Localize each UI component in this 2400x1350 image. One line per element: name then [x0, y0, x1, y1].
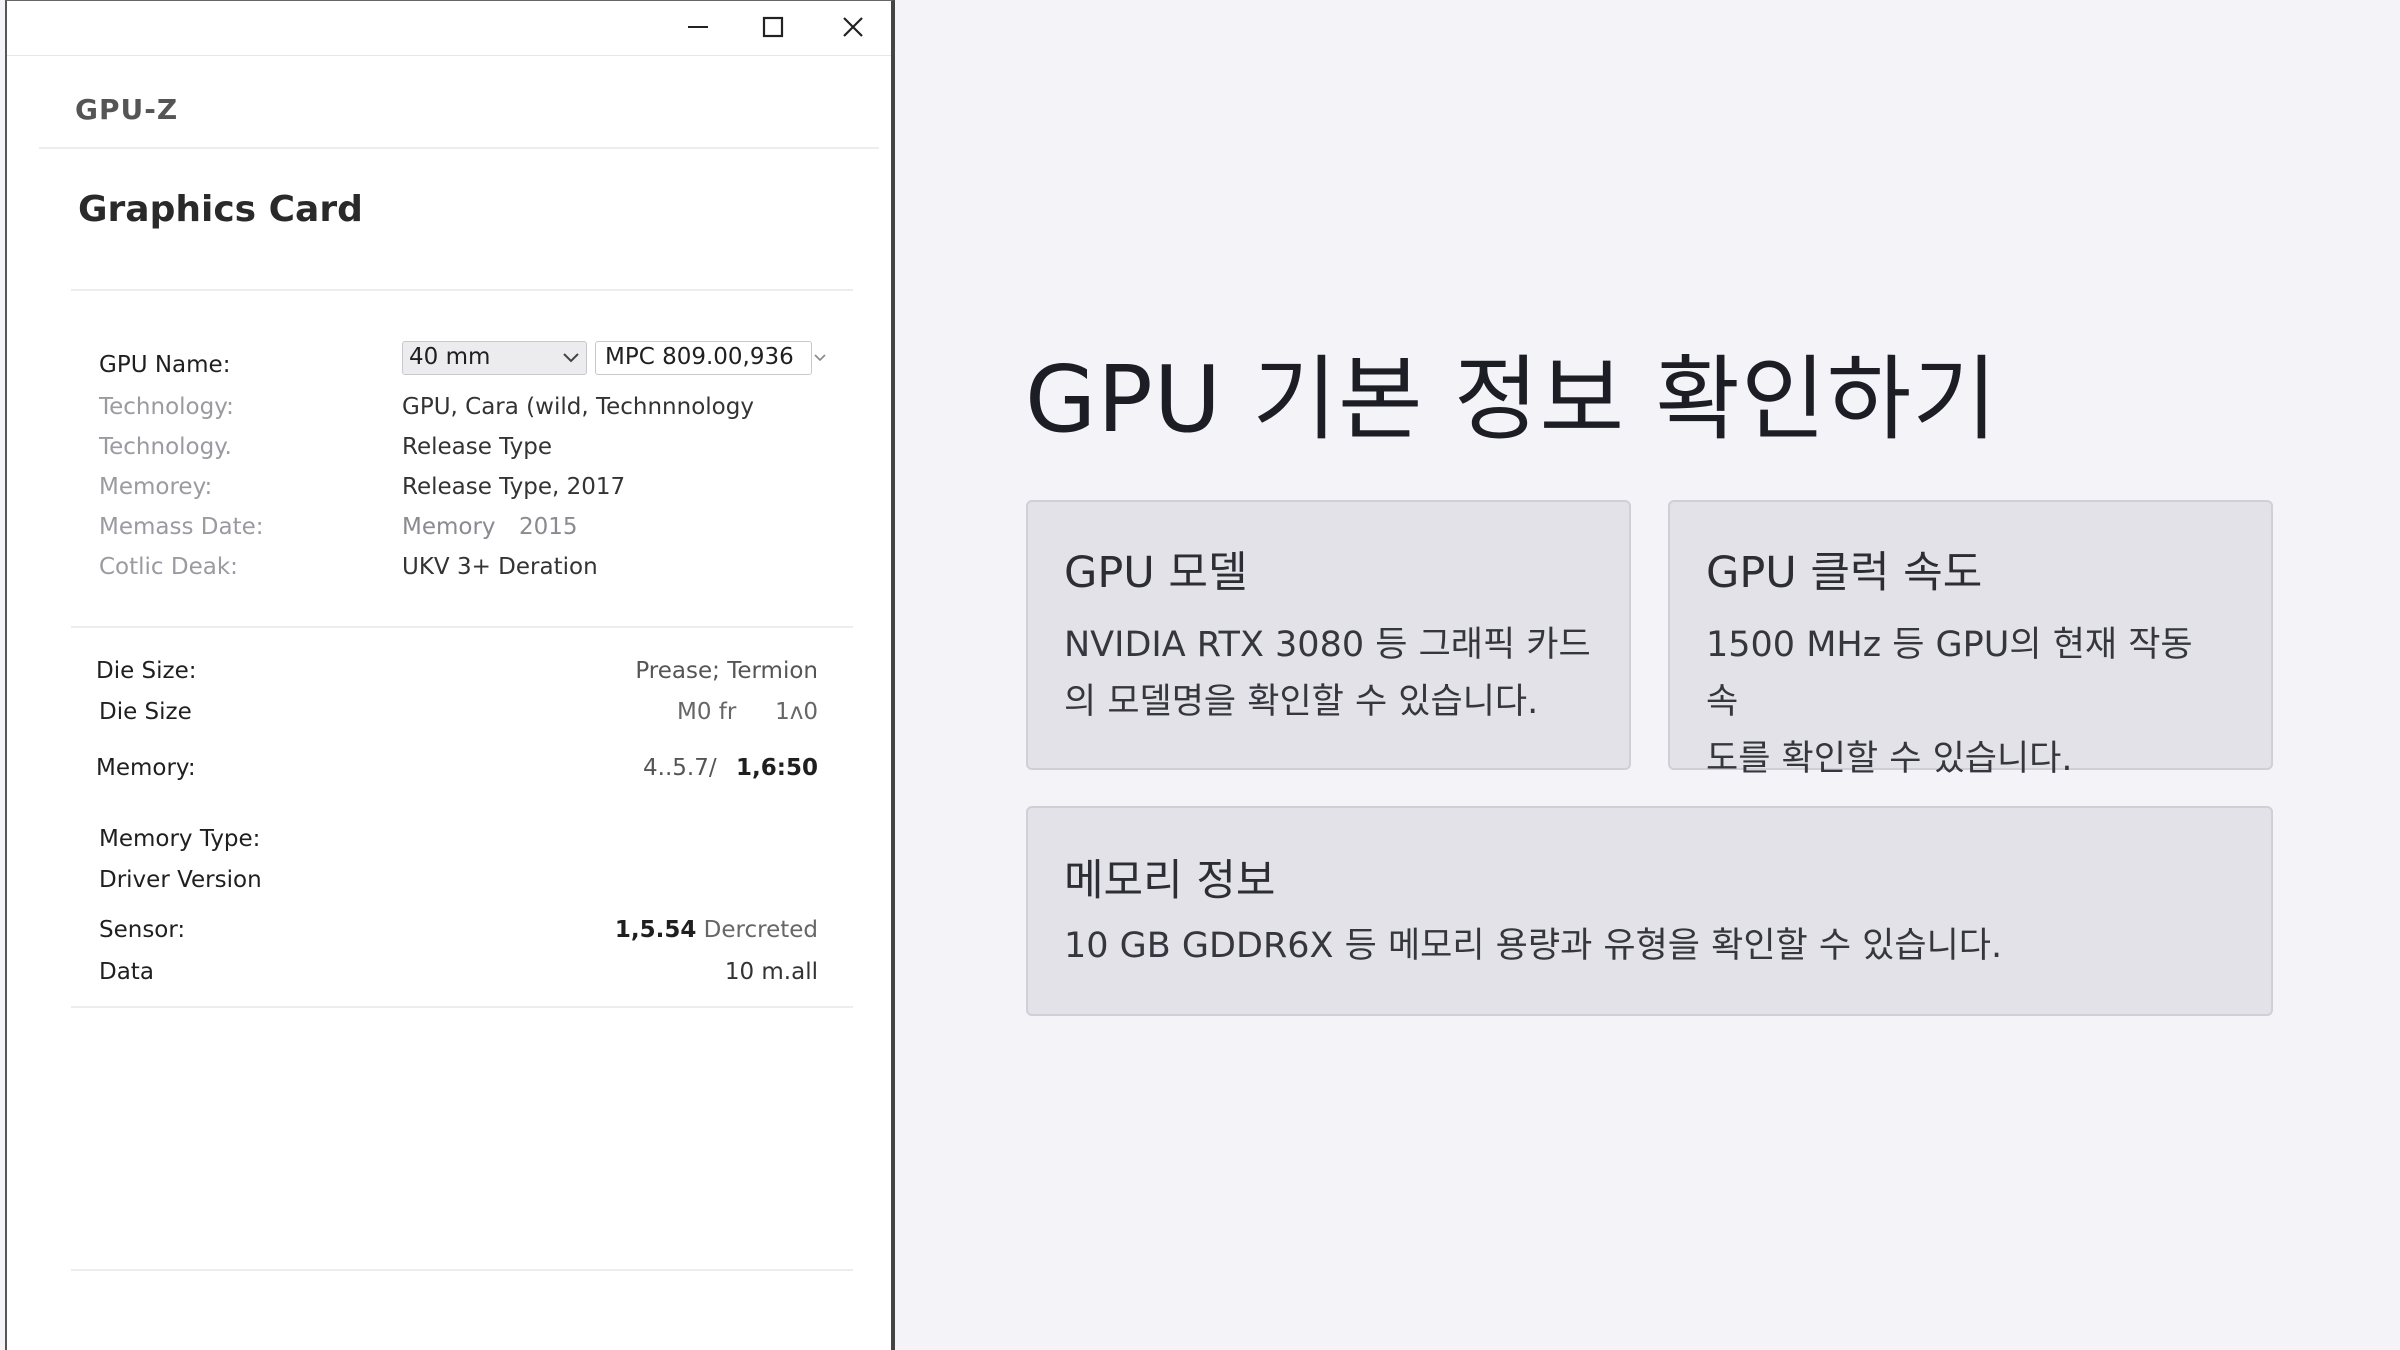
chevron-down-icon[interactable] [813, 352, 827, 364]
gpu-size-select[interactable]: 40 mm [402, 341, 587, 375]
data-value: 10 m.all [724, 959, 818, 985]
info-label-memass-date: Memass Date: [99, 514, 264, 540]
info-card-memory: 메모리 정보 10 GB GDDR6X 등 메모리 용량과 유형을 확인할 수 … [1026, 806, 2273, 1016]
gpu-id-select[interactable]: MPC 809.00,936 [595, 341, 812, 375]
info-card-gpu-clock: GPU 클럭 속도 1500 MHz 등 GPU의 현재 작동 속 도를 확인할… [1668, 500, 2273, 779]
info-value-technology: GPU, Cara (wild, Technnnology [402, 394, 754, 420]
info-value-deration: UKV 3+ Deration [402, 554, 598, 580]
info-card-line: 10 GB GDDR6X 등 메모리 용량과 유형을 확인할 수 있습니다. [1064, 926, 2003, 966]
divider [71, 289, 853, 291]
info-card-title: GPU 클럭 속도 [1706, 548, 1983, 598]
info-value-memory-year: 2015 [519, 514, 578, 540]
info-card-line: NVIDIA RTX 3080 등 그래픽 카드 [1064, 625, 1591, 665]
spec-value-die-size-a: M0 fr [677, 699, 737, 725]
spec-value-die-size: Prease; Termion [635, 658, 818, 684]
chevron-down-icon [563, 353, 579, 363]
spec-label-die-size-2: Die Size [99, 699, 192, 725]
sensor-value-number: 1,5.54 [614, 917, 697, 943]
minimize-button[interactable] [670, 7, 726, 47]
close-button[interactable] [825, 7, 881, 47]
sensor-value: 1,5.54 Dercreted [615, 917, 818, 943]
info-value-release-type: Release Type [402, 434, 553, 460]
maximize-button[interactable] [745, 7, 801, 47]
page-heading: GPU 기본 정보 확인하기 [1025, 346, 1998, 453]
info-card-line: 1500 MHz 등 GPU의 현재 작동 속 [1706, 625, 2193, 722]
label-driver-version: Driver Version [99, 867, 262, 893]
info-value-release-year: Release Type, 2017 [402, 474, 626, 500]
label-sensor: Sensor: [99, 917, 186, 943]
spec-label-die-size: Die Size: [96, 658, 197, 684]
info-card-title: 메모리 정보 [1064, 856, 1276, 906]
divider [71, 1269, 853, 1271]
gpu-size-select-value: 40 mm [409, 344, 491, 370]
maximize-icon [762, 16, 784, 38]
info-label-memorey: Memorey: [99, 474, 213, 500]
divider [39, 147, 879, 149]
divider [71, 626, 853, 628]
info-value-memory: Memory [402, 514, 496, 540]
sensor-value-status: Dercreted [703, 917, 818, 943]
info-card-gpu-model: GPU 모델 NVIDIA RTX 3080 등 그래픽 카드 의 모델명을 확… [1026, 500, 1631, 770]
gpuz-window: GPU-Z Graphics Card GPU Name: 40 mm MPC … [5, 0, 895, 1350]
spec-value-memory-a: 4..5.7/ [643, 755, 717, 781]
gpu-name-label: GPU Name: [99, 352, 231, 378]
spec-value-die-size-b: 1ʌ0 [775, 699, 818, 725]
label-memory-type: Memory Type: [99, 826, 261, 852]
close-icon [843, 17, 863, 37]
minimize-icon [688, 26, 708, 28]
info-label-cotlic-deak: Cotlic Deak: [99, 554, 238, 580]
info-card-line: 의 모델명을 확인할 수 있습니다. [1064, 682, 1539, 722]
info-label-technology-2: Technology. [99, 434, 232, 460]
section-title: Graphics Card [78, 189, 363, 230]
info-card-body: 1500 MHz 등 GPU의 현재 작동 속 도를 확인할 수 있습니다. [1706, 617, 2235, 788]
spec-value-memory-b: 1,6:50 [736, 755, 818, 781]
spec-label-memory: Memory: [96, 755, 196, 781]
info-card-body: NVIDIA RTX 3080 등 그래픽 카드 의 모델명을 확인할 수 있습… [1064, 617, 1593, 731]
gpu-id-select-value: MPC 809.00,936 [605, 344, 794, 370]
divider [71, 1006, 853, 1008]
info-card-body: 10 GB GDDR6X 등 메모리 용량과 유형을 확인할 수 있습니다. [1064, 918, 2235, 975]
info-label-technology: Technology: [99, 394, 234, 420]
label-data: Data [99, 959, 154, 985]
info-card-line: 도를 확인할 수 있습니다. [1706, 739, 2073, 779]
info-card-title: GPU 모델 [1064, 548, 1248, 598]
title-bar[interactable] [7, 1, 891, 56]
app-name: GPU-Z [75, 93, 179, 126]
